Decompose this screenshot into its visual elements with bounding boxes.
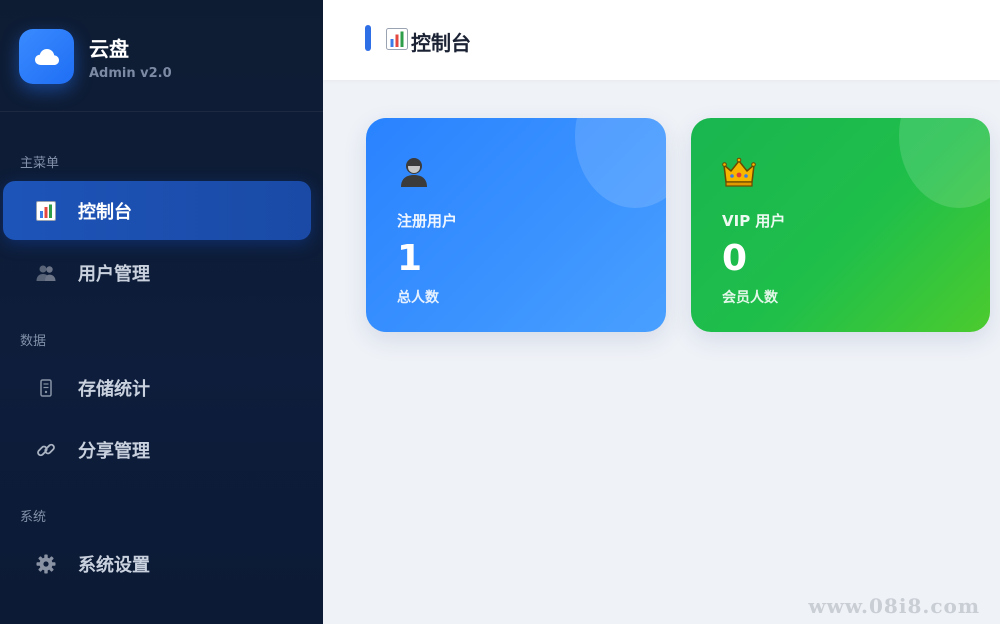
watermark: www.08i8.com [808,594,980,618]
bar-chart-icon [386,28,408,50]
brand-version: Admin v2.0 [89,66,172,81]
sidebar-item-shares[interactable]: 分享管理 [3,420,311,479]
link-icon [36,440,56,460]
section-label-data: 数据 [20,334,47,349]
sidebar-item-label: 存储统计 [78,379,150,400]
person-icon [397,155,431,189]
card-decoration [575,118,666,208]
users-icon [36,263,56,283]
stat-card-registered-users: 注册用户 1 总人数 [366,118,666,332]
page-header: 控制台 [323,0,1000,80]
card-decoration [899,118,990,208]
section-label-system: 系统 [20,510,47,525]
header-accent-bar [365,25,371,51]
sidebar: 云盘 Admin v2.0 主菜单 控制台 用户管理 数据 存储统计 分享管理 … [0,0,323,624]
stat-card-vip-users: VIP 用户 0 会员人数 [691,118,990,332]
section-label-main: 主菜单 [20,156,60,171]
sidebar-item-label: 系统设置 [78,555,150,576]
stat-value: 0 [722,238,748,279]
brand-name: 云盘 [89,37,129,61]
sidebar-item-dashboard[interactable]: 控制台 [3,181,311,240]
brand: 云盘 Admin v2.0 [0,0,323,112]
page-title: 控制台 [411,31,471,55]
storage-icon [36,378,56,398]
stat-label: VIP 用户 [722,212,786,230]
cloud-icon [19,29,74,84]
stat-sublabel: 总人数 [397,290,439,306]
sidebar-item-storage[interactable]: 存储统计 [3,358,311,417]
sidebar-item-settings[interactable]: 系统设置 [3,534,311,593]
sidebar-item-users[interactable]: 用户管理 [3,243,311,302]
crown-icon [722,155,756,189]
bar-chart-icon [36,201,56,221]
sidebar-item-label: 分享管理 [78,441,150,462]
gear-icon [36,554,56,574]
sidebar-item-label: 用户管理 [78,264,150,285]
stat-sublabel: 会员人数 [722,290,778,306]
stat-label: 注册用户 [397,212,458,230]
stat-value: 1 [397,238,423,279]
sidebar-item-label: 控制台 [78,202,132,223]
